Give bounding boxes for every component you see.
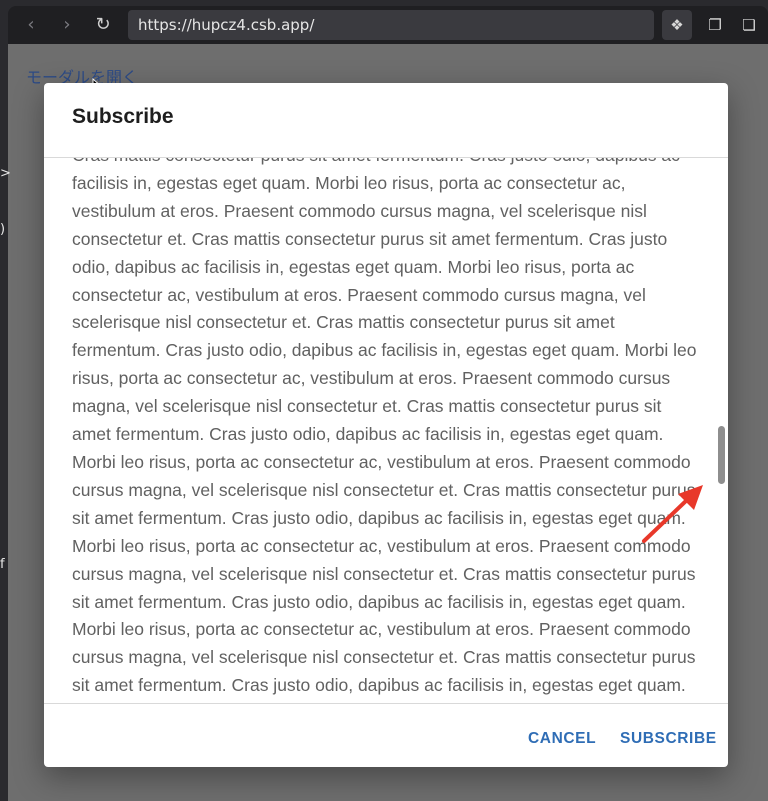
edge-glyph: > [0,166,11,181]
cancel-button[interactable]: CANCEL [522,721,602,757]
subscribe-dialog: Subscribe Cras mattis consectetur purus … [44,83,728,767]
browser-toolbar: ‹ › ↻ https://hupcz4.csb.app/ ❖ ❐ ❏ [8,6,768,44]
url-text: https://hupcz4.csb.app/ [138,16,315,34]
address-bar[interactable]: https://hupcz4.csb.app/ [128,10,654,40]
edge-glyph: f [0,557,5,572]
scrollbar-thumb[interactable] [718,426,725,484]
back-arrow-icon[interactable]: ‹ [20,14,42,36]
subscribe-button[interactable]: SUBSCRIBE [614,721,723,757]
edge-glyph: ) [0,222,6,237]
dialog-title: Subscribe [72,105,174,128]
diamond-dots-icon[interactable]: ❖ [662,10,692,40]
reload-icon[interactable]: ↻ [92,14,114,36]
divider [44,703,728,704]
forward-arrow-icon[interactable]: › [56,14,78,36]
windows-icon[interactable]: ❏ [734,10,764,40]
duplicate-icon[interactable]: ❐ [700,10,730,40]
dialog-body-text: Cras mattis consectetur purus sit amet f… [72,158,697,696]
dialog-content[interactable]: Cras mattis consectetur purus sit amet f… [44,158,728,703]
